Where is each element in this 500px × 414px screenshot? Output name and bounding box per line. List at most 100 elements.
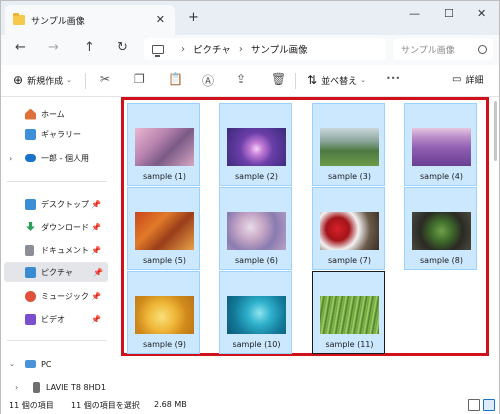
sidebar-item-label: LAVIE T8 8HD1 (46, 382, 106, 392)
file-tile[interactable]: sample (3) (312, 103, 385, 186)
forward-arrow-icon[interactable]: → (48, 40, 59, 55)
pin-icon[interactable]: 📌 (91, 246, 101, 255)
large-icons-view-icon[interactable] (483, 399, 495, 411)
sidebar-item-label: ビデオ (41, 314, 65, 324)
pin-icon[interactable]: 📌 (93, 268, 103, 277)
address-bar[interactable]: › ピクチャ › サンプル画像 (144, 38, 386, 60)
sidebar-item-gallery[interactable]: ギャラリー (1, 124, 109, 144)
new-tab-icon[interactable]: + (188, 10, 199, 25)
chevron-down-icon: ⌄ (360, 76, 366, 84)
details-view-icon[interactable] (468, 399, 480, 411)
back-arrow-icon[interactable]: ← (15, 40, 26, 55)
chevron-right-icon[interactable]: › (15, 383, 18, 392)
file-tile[interactable]: sample (4) (404, 103, 477, 186)
file-name: sample (1) (143, 172, 186, 181)
copy-icon[interactable]: ❐ (134, 72, 145, 86)
sidebar-item-onedrive[interactable]: › 一郎 - 個人用 (1, 148, 109, 168)
file-tile[interactable]: sample (5) (127, 187, 200, 270)
pc-icon (25, 360, 36, 368)
sidebar-item-videos[interactable]: ビデオ 📌 (1, 309, 109, 329)
gallery-icon (25, 128, 36, 140)
file-tile[interactable]: sample (8) (404, 187, 477, 270)
search-icon (478, 44, 487, 54)
delete-icon[interactable]: 🗑 (271, 72, 286, 86)
file-name: sample (4) (420, 172, 463, 181)
share-icon[interactable]: ⇪ (236, 72, 246, 86)
new-button[interactable]: ⊕ 新規作成 ⌄ (13, 73, 72, 87)
file-name: sample (7) (328, 256, 371, 265)
tab-sample-images[interactable]: サンプル画像 ✕ (5, 5, 175, 35)
chevron-down-icon[interactable]: ⌄ (9, 360, 15, 368)
file-tile[interactable]: sample (9) (127, 271, 200, 354)
sidebar-item-downloads[interactable]: ダウンロード 📌 (1, 217, 109, 237)
address-row: ← → ↑ ↻ › ピクチャ › サンプル画像 サンプル画像 (1, 35, 499, 65)
title-bar: サンプル画像 ✕ + — ☐ ✕ (1, 1, 499, 35)
details-button[interactable]: ▭ 詳細 (452, 73, 483, 86)
sidebar-item-label: ミュージック (41, 291, 89, 301)
details-pane-icon: ▭ (452, 74, 462, 85)
sidebar-item-documents[interactable]: ドキュメント 📌 (1, 240, 109, 260)
file-tile[interactable]: sample (2) (219, 103, 292, 186)
pin-icon[interactable]: 📌 (91, 315, 101, 324)
refresh-icon[interactable]: ↻ (117, 40, 128, 55)
pin-icon[interactable]: 📌 (91, 223, 101, 232)
search-input[interactable]: サンプル画像 (393, 38, 493, 60)
thumbnail-image (320, 128, 379, 166)
sidebar-item-device[interactable]: › LAVIE T8 8HD1 (1, 377, 109, 397)
more-options-icon[interactable]: ••• (386, 74, 400, 83)
breadcrumb-sample-images[interactable]: サンプル画像 (251, 42, 308, 56)
sidebar-item-pictures[interactable]: ピクチャ 📌 (4, 262, 108, 282)
music-icon (25, 290, 36, 302)
sidebar-item-label: ドキュメント (41, 245, 89, 255)
search-placeholder: サンプル画像 (401, 45, 455, 56)
thumbnail-image (412, 212, 471, 250)
thumbnail-image (320, 212, 379, 250)
divider (85, 73, 86, 89)
thumbnail-image (135, 296, 194, 334)
file-tile[interactable]: sample (1) (127, 103, 200, 186)
documents-icon (25, 244, 34, 256)
status-bar: 11 個の項目 11 個の項目を選択 2.68 MB (1, 397, 499, 414)
selection-count: 11 個の項目を選択 (71, 401, 140, 410)
divider (7, 340, 107, 341)
file-view: sample (1) sample (2) sample (3) sample … (113, 97, 499, 397)
details-label: 詳細 (465, 76, 484, 86)
up-arrow-icon[interactable]: ↑ (84, 40, 95, 55)
item-count: 11 個の項目 (9, 401, 54, 410)
cut-icon[interactable]: ✂ (100, 72, 110, 86)
sidebar-item-label: ダウンロード (41, 222, 89, 232)
file-tile[interactable]: sample (11) (312, 271, 385, 354)
divider (295, 73, 296, 89)
chevron-right-icon: › (181, 43, 185, 55)
onedrive-icon (25, 154, 36, 162)
sidebar-item-pc[interactable]: ⌄ PC (1, 354, 109, 374)
thumbnail-image (135, 128, 194, 166)
file-name: sample (6) (235, 256, 278, 265)
maximize-icon[interactable]: ☐ (444, 7, 454, 20)
scrollbar[interactable] (494, 101, 497, 161)
sidebar-item-music[interactable]: ミュージック 📌 (1, 286, 109, 306)
new-label: 新規作成 (27, 76, 64, 87)
chevron-down-icon: ⌄ (66, 76, 72, 84)
chevron-right-icon[interactable]: › (9, 154, 12, 163)
file-name: sample (9) (143, 340, 186, 349)
sort-button[interactable]: ⇅ 並べ替え ⌄ (307, 73, 366, 87)
thumbnail-image (320, 296, 379, 334)
pin-icon[interactable]: 📌 (91, 292, 101, 301)
breadcrumb-pictures[interactable]: ピクチャ (193, 42, 231, 56)
pin-icon[interactable]: 📌 (91, 200, 101, 209)
tab-close-icon[interactable]: ✕ (156, 13, 165, 26)
file-tile[interactable]: sample (6) (219, 187, 292, 270)
file-tile[interactable]: sample (7) (312, 187, 385, 270)
download-icon (26, 221, 35, 231)
file-tile[interactable]: sample (10) (219, 271, 292, 354)
rename-icon[interactable]: Ⓐ (202, 72, 214, 89)
paste-icon[interactable]: 📋 (168, 72, 183, 86)
thumbnail-image (135, 212, 194, 250)
window-close-icon[interactable]: ✕ (477, 7, 486, 20)
sidebar-item-home[interactable]: ホーム (1, 104, 109, 124)
file-name: sample (2) (235, 172, 278, 181)
home-icon (25, 108, 36, 120)
minimize-icon[interactable]: — (409, 7, 420, 20)
sidebar-item-desktop[interactable]: デスクトップ 📌 (1, 194, 109, 214)
